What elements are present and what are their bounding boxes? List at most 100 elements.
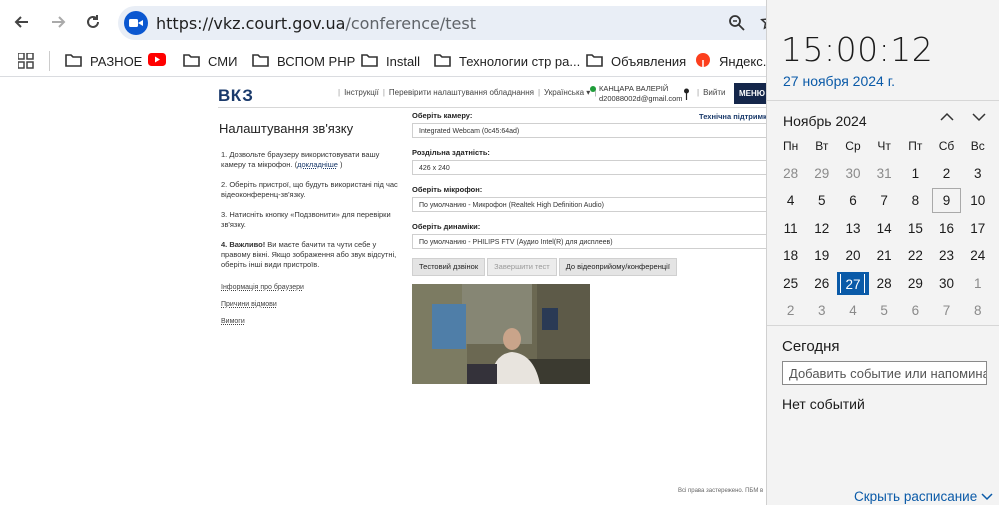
- microphone-label: Оберіть мікрофон:: [412, 185, 483, 194]
- weekday: Ср: [845, 138, 861, 153]
- folder-icon: [434, 53, 451, 70]
- day-cell-today[interactable]: 27: [837, 271, 869, 295]
- weekday: Вт: [815, 138, 829, 153]
- speakers-label: Оберіть динаміки:: [412, 222, 481, 231]
- tech-support-link[interactable]: Технічна підтримк: [699, 112, 767, 121]
- bookmark-smi[interactable]: СМИ: [183, 51, 237, 71]
- day-cell[interactable]: 29: [900, 276, 931, 291]
- day-cell[interactable]: 4: [775, 193, 806, 208]
- day-cell[interactable]: 2: [775, 303, 806, 318]
- user-email: d20088002d@gmail.com: [599, 94, 683, 103]
- add-event-input[interactable]: Добавить событие или напоминание: [782, 361, 987, 385]
- microphone-select[interactable]: По умолчанию - Микрофон (Realtek High De…: [412, 197, 770, 212]
- clock-time: 15:00:12: [781, 30, 934, 69]
- web-page: ВКЗ | Інструкції | Перевірити налаштування …: [0, 77, 770, 505]
- bookmark-yandex[interactable]: Яндекс.П: [695, 51, 776, 71]
- refusal-reasons-link[interactable]: Причини відмови: [221, 301, 304, 308]
- flyout-divider: [767, 100, 999, 101]
- day-cell[interactable]: 10: [962, 193, 993, 208]
- language-select[interactable]: Українська ▾: [544, 88, 590, 97]
- day-cell[interactable]: 3: [962, 166, 993, 181]
- user-name: КАНЦАРА ВАЛЕРІЙ: [599, 84, 669, 93]
- forward-icon[interactable]: [47, 11, 69, 33]
- back-icon[interactable]: [11, 11, 33, 33]
- day-cell[interactable]: 5: [806, 193, 837, 208]
- camera-select[interactable]: Integrated Webcam (0c45:64ad): [412, 123, 770, 138]
- day-cell[interactable]: 1: [962, 276, 993, 291]
- day-cell[interactable]: 8: [900, 193, 931, 208]
- day-cell[interactable]: 31: [869, 166, 900, 181]
- day-cell[interactable]: 18: [775, 248, 806, 263]
- day-cell[interactable]: 20: [837, 248, 868, 263]
- current-date-link[interactable]: 27 ноября 2024 г.: [783, 73, 895, 89]
- address-bar[interactable]: https://vkz.court.gov.ua/conference/test: [118, 6, 793, 40]
- day-cell[interactable]: 28: [869, 276, 900, 291]
- day-cell[interactable]: 24: [962, 248, 993, 263]
- day-cell[interactable]: 19: [806, 248, 837, 263]
- month-title[interactable]: Ноябрь 2024: [783, 113, 867, 129]
- day-cell[interactable]: 25: [775, 276, 806, 291]
- day-cell[interactable]: 16: [931, 221, 962, 236]
- bookmark-install[interactable]: Install: [361, 51, 420, 71]
- requirements-link[interactable]: Вимоги: [221, 318, 304, 325]
- day-cell[interactable]: 22: [900, 248, 931, 263]
- day-cell[interactable]: 21: [869, 248, 900, 263]
- day-cell-hovered[interactable]: 9: [931, 188, 962, 214]
- menu-button[interactable]: МЕНЮ: [734, 83, 770, 104]
- day-cell[interactable]: 29: [806, 166, 837, 181]
- day-cell[interactable]: 6: [837, 193, 868, 208]
- day-cell[interactable]: 28: [775, 166, 806, 181]
- day-cell[interactable]: 2: [931, 166, 962, 181]
- day-cell[interactable]: 7: [869, 193, 900, 208]
- day-cell[interactable]: 11: [775, 221, 806, 236]
- bookmark-tech[interactable]: Технологии стр ра...: [434, 51, 580, 71]
- details-link[interactable]: докладніше: [297, 160, 338, 169]
- folder-icon: [586, 53, 603, 70]
- apps-grid-icon[interactable]: [17, 52, 34, 74]
- chevron-down-icon[interactable]: [971, 110, 987, 126]
- test-call-button[interactable]: Тестовий дзвінок: [412, 258, 486, 276]
- url-text: https://vkz.court.gov.ua/conference/test: [156, 14, 476, 33]
- go-to-conference-button[interactable]: До відеоприйому/конференції: [558, 258, 677, 276]
- zoom-icon[interactable]: [728, 14, 746, 37]
- chevron-up-icon[interactable]: [939, 110, 955, 126]
- logout-link[interactable]: Вийти: [703, 88, 725, 97]
- end-test-button[interactable]: Завершити тест: [487, 258, 557, 276]
- camera-site-icon[interactable]: [124, 11, 148, 35]
- hide-schedule-link[interactable]: Скрыть расписание: [854, 489, 993, 504]
- browser-info-link[interactable]: Інформація про браузери: [221, 284, 304, 291]
- day-cell[interactable]: 5: [869, 303, 900, 318]
- reload-icon[interactable]: [82, 11, 104, 33]
- day-cell[interactable]: 6: [900, 303, 931, 318]
- day-cell[interactable]: 17: [962, 221, 993, 236]
- day-cell[interactable]: 12: [806, 221, 837, 236]
- weekday-header: Пн Вт Ср Чт Пт Сб Вс: [775, 132, 999, 160]
- day-cell[interactable]: 30: [931, 276, 962, 291]
- calendar-grid: Пн Вт Ср Чт Пт Сб Вс 28 29 30 31 1 2 3 4…: [775, 132, 999, 325]
- day-cell[interactable]: 7: [931, 303, 962, 318]
- calendar-week: 18 19 20 21 22 23 24: [775, 242, 999, 270]
- day-cell[interactable]: 4: [837, 303, 868, 318]
- day-cell[interactable]: 14: [869, 221, 900, 236]
- day-cell[interactable]: 23: [931, 248, 962, 263]
- bookmark-obyavleniya[interactable]: Объявления: [586, 51, 686, 71]
- bookmark-razne[interactable]: РАЗНОЕ: [65, 51, 142, 71]
- nav-instructions[interactable]: Інструкції: [344, 88, 379, 97]
- site-logo[interactable]: ВКЗ: [218, 86, 253, 106]
- resolution-select[interactable]: 426 x 240: [412, 160, 770, 175]
- day-cell[interactable]: 1: [900, 166, 931, 181]
- folder-icon: [361, 53, 378, 70]
- day-cell[interactable]: 30: [837, 166, 868, 181]
- bookmark-vspom-php[interactable]: ВСПОМ PHP: [252, 51, 355, 71]
- speakers-select[interactable]: По умолчанию - PHILIPS FTV (Аудио Intel(…: [412, 234, 770, 249]
- no-events-text: Нет событий: [782, 396, 865, 412]
- bookmark-youtube[interactable]: [148, 51, 174, 71]
- calendar-week: 2 3 4 5 6 7 8: [775, 297, 999, 325]
- nav-check-equipment[interactable]: Перевірити налаштування обладнання: [389, 88, 534, 97]
- day-cell[interactable]: 13: [837, 221, 868, 236]
- day-cell[interactable]: 3: [806, 303, 837, 318]
- pin-icon[interactable]: [683, 87, 690, 105]
- day-cell[interactable]: 15: [900, 221, 931, 236]
- day-cell[interactable]: 8: [962, 303, 993, 318]
- day-cell[interactable]: 26: [806, 276, 837, 291]
